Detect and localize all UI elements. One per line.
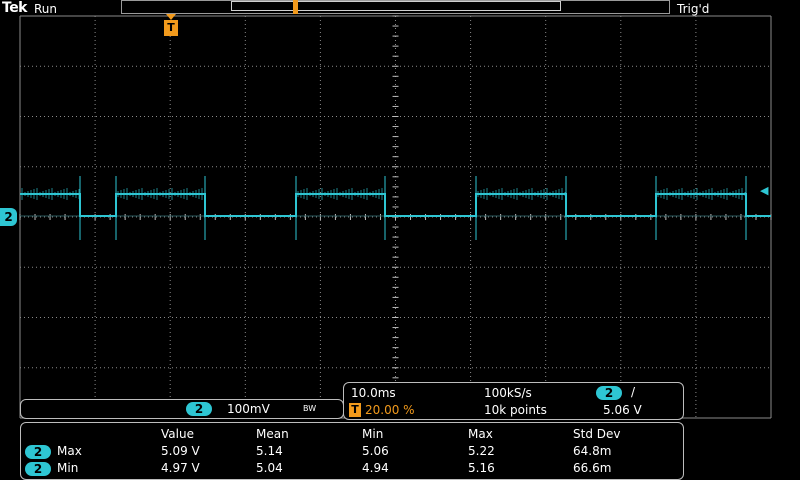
measurement-stddev: 64.8m <box>573 444 612 458</box>
bandwidth-limit-icon: BW <box>303 404 317 413</box>
time-per-division: 10.0ms <box>351 386 396 400</box>
measurement-value: 4.97 V <box>161 461 200 475</box>
trigger-level-arrow-icon: ◀ <box>760 184 769 197</box>
measurement-mean: 5.14 <box>256 444 283 458</box>
measurement-stddev: 66.6m <box>573 461 612 475</box>
timebase-trigger-panel[interactable]: 10.0ms 100kS/s 2 / T 20.00 % 10k points … <box>343 382 684 420</box>
trigger-position-marker[interactable]: T <box>164 20 178 36</box>
measurement-row-channel-badge: 2 <box>25 445 51 459</box>
trigger-position-icon: T <box>349 403 361 417</box>
measurement-header-stddev: Std Dev <box>573 427 621 441</box>
trigger-position-percent: 20.00 % <box>365 403 415 417</box>
measurement-header-min: Min <box>362 427 384 441</box>
vertical-scale: 100mV <box>227 402 270 416</box>
measurement-min: 4.94 <box>362 461 389 475</box>
measurement-row-channel-badge: 2 <box>25 462 51 476</box>
measurement-header-value: Value <box>161 427 194 441</box>
record-length: 10k points <box>484 403 547 417</box>
sample-rate: 100kS/s <box>484 386 532 400</box>
trigger-slope-icon: / <box>631 385 636 399</box>
trigger-level: 5.06 V <box>603 403 642 417</box>
measurement-max: 5.22 <box>468 444 495 458</box>
channel2-spikes <box>79 176 747 240</box>
measurement-header-max: Max <box>468 427 493 441</box>
measurement-row-name: Max <box>57 444 82 458</box>
measurement-max: 5.16 <box>468 461 495 475</box>
graticule-center-ticks <box>19 15 772 409</box>
channel-scale-panel[interactable]: 2 100mV BW <box>20 399 344 419</box>
measurement-value: 5.09 V <box>161 444 200 458</box>
channel2-ground-marker[interactable]: 2 <box>0 208 17 226</box>
measurement-min: 5.06 <box>362 444 389 458</box>
measurement-header-mean: Mean <box>256 427 289 441</box>
measurement-row-name: Min <box>57 461 79 475</box>
channel-badge: 2 <box>186 402 212 416</box>
trigger-source-badge: 2 <box>596 386 622 400</box>
measurements-panel[interactable]: Value Mean Min Max Std Dev 2 Max 5.09 V … <box>20 422 684 480</box>
measurement-mean: 5.04 <box>256 461 283 475</box>
